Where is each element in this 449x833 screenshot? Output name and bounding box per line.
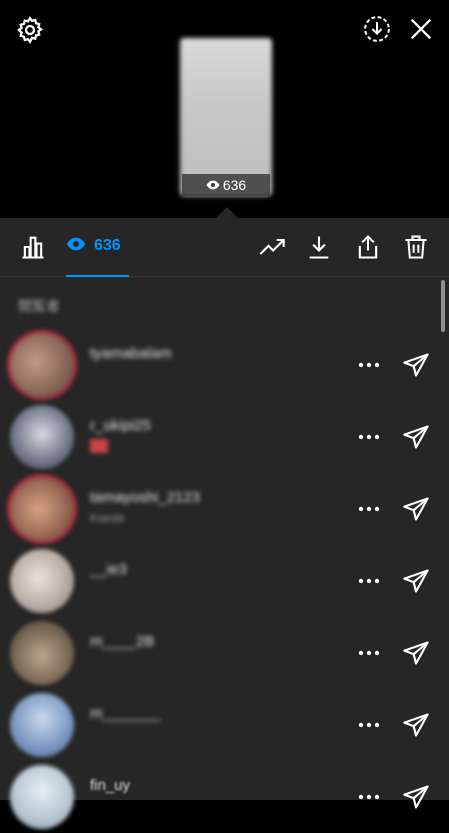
viewer-username[interactable]: m____2B — [90, 633, 154, 650]
send-icon[interactable] — [400, 349, 432, 381]
eye-icon — [206, 177, 220, 193]
viewer-subtitle — [90, 439, 108, 453]
more-options-icon[interactable] — [354, 427, 384, 447]
viewers-list: tyamabalam r_ukipi25 tamayoshi_2123 Kaed — [0, 329, 449, 833]
more-options-icon[interactable] — [354, 643, 384, 663]
views-count: 636 — [94, 237, 121, 254]
viewer-username[interactable]: m_______ — [90, 705, 161, 722]
viewers-section-label: 閲覧者 — [18, 298, 60, 314]
avatar[interactable] — [10, 621, 74, 685]
viewers-sheet: 636 閲覧者 tyamabalam r_ukipi25 tamayoshi_2… — [0, 218, 449, 829]
list-item[interactable]: __ie3 — [0, 545, 449, 617]
send-icon[interactable] — [400, 637, 432, 669]
list-item[interactable]: tyamabalam — [0, 329, 449, 401]
download-circle-icon[interactable] — [360, 12, 394, 46]
trending-up-icon[interactable] — [256, 231, 288, 263]
viewer-username[interactable]: fin_uy — [90, 777, 130, 794]
viewer-username[interactable]: r_ukipi25 — [90, 417, 151, 434]
more-options-icon[interactable] — [354, 787, 384, 807]
download-icon[interactable] — [303, 231, 335, 263]
gear-icon[interactable] — [12, 12, 48, 48]
avatar[interactable] — [10, 693, 74, 757]
preview-pointer — [216, 207, 238, 218]
send-icon[interactable] — [400, 565, 432, 597]
avatar[interactable] — [10, 549, 74, 613]
tab-views[interactable]: 636 — [66, 230, 121, 262]
viewer-subtitle: Kaede — [90, 511, 125, 525]
eye-icon — [66, 237, 86, 256]
close-icon[interactable] — [402, 10, 440, 48]
send-icon[interactable] — [400, 421, 432, 453]
trash-icon[interactable] — [400, 231, 432, 263]
more-options-icon[interactable] — [354, 571, 384, 591]
more-options-icon[interactable] — [354, 715, 384, 735]
send-icon[interactable] — [400, 781, 432, 813]
more-options-icon[interactable] — [354, 355, 384, 375]
avatar[interactable] — [10, 765, 74, 829]
scrollbar[interactable] — [441, 280, 445, 332]
viewer-username[interactable]: tamayoshi_2123 — [90, 489, 200, 506]
viewer-username[interactable]: __ie3 — [90, 561, 127, 578]
avatar[interactable] — [10, 405, 74, 469]
share-icon[interactable] — [352, 231, 384, 263]
list-item[interactable]: fin_uy — [0, 761, 449, 833]
more-options-icon[interactable] — [354, 499, 384, 519]
active-tab-indicator — [66, 275, 129, 277]
viewer-username[interactable]: tyamabalam — [90, 345, 172, 362]
story-thumbnail[interactable] — [180, 38, 272, 196]
avatar[interactable] — [10, 477, 74, 541]
bar-chart-icon[interactable] — [17, 231, 49, 263]
story-toolbar: 636 — [0, 218, 449, 277]
story-preview-area: 636 — [0, 0, 449, 218]
list-item[interactable]: m____2B — [0, 617, 449, 689]
list-item[interactable]: m_______ — [0, 689, 449, 761]
list-item[interactable]: tamayoshi_2123 Kaede — [0, 473, 449, 545]
send-icon[interactable] — [400, 493, 432, 525]
send-icon[interactable] — [400, 709, 432, 741]
thumbnail-view-count-text: 636 — [222, 177, 247, 193]
thumbnail-view-count: 636 — [183, 176, 269, 194]
avatar[interactable] — [10, 333, 74, 397]
list-item[interactable]: r_ukipi25 — [0, 401, 449, 473]
